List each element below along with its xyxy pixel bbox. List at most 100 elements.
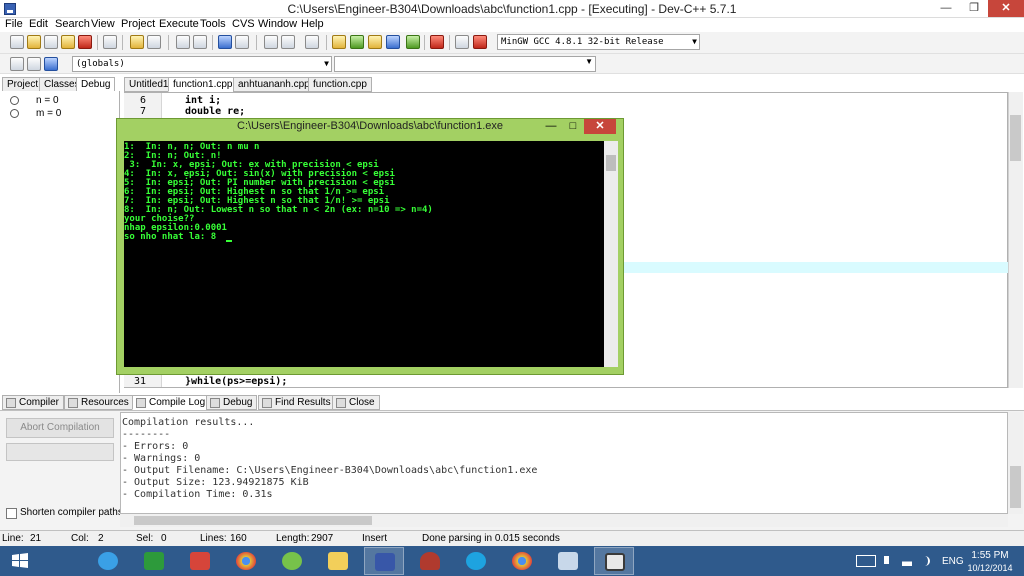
new-file-icon[interactable] — [10, 35, 24, 49]
log-horizontal-thumb[interactable] — [134, 516, 372, 525]
status-length-label: Length: — [276, 533, 310, 544]
tab-anhtuananh-cpp[interactable]: anhtuananh.cpp — [233, 77, 315, 92]
start-button[interactable] — [0, 547, 40, 575]
redo-icon[interactable] — [147, 35, 161, 49]
network-icon[interactable] — [902, 555, 912, 566]
menu-tools[interactable]: Tools — [200, 18, 226, 31]
console-close-button[interactable]: ✕ — [584, 119, 616, 134]
menu-execute[interactable]: Execute — [159, 18, 199, 31]
watch-item[interactable]: m = 0 — [36, 108, 61, 119]
close-file-icon[interactable] — [78, 35, 92, 49]
profile-chart-icon[interactable] — [455, 35, 469, 49]
tab-compiler[interactable]: Compiler — [2, 395, 65, 410]
tab-bottom-debug[interactable]: Debug — [206, 395, 258, 410]
toggle-bookmarks-icon[interactable] — [27, 57, 41, 71]
volume-icon[interactable] — [920, 556, 930, 566]
insert-code-icon[interactable] — [10, 57, 24, 71]
console-minimize-button[interactable]: — — [540, 120, 562, 134]
code-line[interactable]: }while(ps>=epsi); — [185, 376, 287, 387]
flag-icon[interactable] — [884, 556, 892, 564]
console-maximize-button[interactable]: □ — [562, 120, 584, 134]
console-vertical-scrollbar[interactable] — [604, 141, 618, 367]
stop-execution-icon[interactable] — [430, 35, 444, 49]
language-indicator[interactable]: ENG — [942, 556, 964, 567]
menu-cvs[interactable]: CVS — [232, 18, 255, 31]
find-icon[interactable] — [176, 35, 190, 49]
tab-find-results[interactable]: Find Results — [258, 395, 336, 410]
goto-line-icon[interactable] — [218, 35, 232, 49]
abort-compilation-button[interactable]: Abort Compilation — [6, 418, 114, 438]
taskbar-ie[interactable] — [88, 547, 128, 575]
replace-icon[interactable] — [193, 35, 207, 49]
members-select[interactable]: ▼ — [334, 56, 596, 72]
taskbar-store[interactable] — [134, 547, 174, 575]
tab-project[interactable]: Project — [2, 77, 44, 92]
editor-scroll-thumb[interactable] — [1010, 115, 1021, 161]
open-project-icon[interactable] — [27, 35, 41, 49]
tab-untitled1[interactable]: Untitled1 — [124, 77, 174, 92]
save-all-icon[interactable] — [61, 35, 75, 49]
debug-icon[interactable] — [473, 35, 487, 49]
status-line-value: 21 — [30, 533, 42, 544]
menu-bar: File Edit Search View Project Execute To… — [0, 18, 1024, 32]
taskbar-app-red[interactable] — [180, 547, 220, 575]
rebuild-all-icon[interactable] — [386, 35, 400, 49]
code-line[interactable]: int i; — [185, 95, 221, 106]
log-line: - Output Size: 123.94921875 KiB — [122, 477, 309, 488]
tab-compile-log[interactable]: Compile Log — [132, 395, 211, 410]
indent-icon[interactable] — [264, 35, 278, 49]
taskbar-console[interactable] — [594, 547, 634, 575]
maximize-button[interactable]: ❐ — [960, 0, 988, 17]
taskbar-chrome[interactable] — [226, 547, 266, 575]
code-line[interactable]: double re; — [185, 106, 245, 117]
close-button[interactable]: ✕ — [988, 0, 1024, 17]
taskbar-devcpp[interactable] — [364, 547, 404, 575]
scope-select[interactable]: (globals) ▼ — [72, 56, 332, 72]
taskbar-chrome-2[interactable] — [502, 547, 542, 575]
tab-function1-cpp[interactable]: function1.cpp — [168, 77, 238, 92]
menu-window[interactable]: Window — [258, 18, 297, 31]
save-icon[interactable] — [44, 35, 58, 49]
tab-label: Resources — [81, 397, 129, 408]
minimize-button[interactable]: — — [932, 0, 960, 17]
keyboard-icon[interactable] — [856, 555, 876, 567]
watch-item[interactable]: n = 0 — [36, 95, 59, 106]
menu-file[interactable]: File — [5, 18, 23, 31]
taskbar-app-green[interactable] — [272, 547, 312, 575]
menu-help[interactable]: Help — [301, 18, 324, 31]
clock-date[interactable]: 10/12/2014 — [966, 563, 1014, 573]
app-red-icon — [190, 552, 210, 570]
menu-edit[interactable]: Edit — [29, 18, 48, 31]
print-icon[interactable] — [103, 35, 117, 49]
menu-project[interactable]: Project — [121, 18, 155, 31]
taskbar-app-person[interactable] — [410, 547, 450, 575]
syntax-check-icon[interactable] — [406, 35, 420, 49]
internet-explorer-icon — [98, 552, 118, 570]
watch-variable-icon — [10, 96, 19, 105]
log-vertical-thumb[interactable] — [1010, 466, 1021, 508]
goto-bookmark-icon[interactable] — [44, 57, 58, 71]
taskbar-skype[interactable] — [456, 547, 496, 575]
windows-logo-icon — [12, 553, 28, 568]
tab-function-cpp[interactable]: function.cpp — [308, 77, 372, 92]
tab-close[interactable]: Close — [332, 395, 380, 410]
tab-debug[interactable]: Debug — [76, 77, 116, 92]
console-scroll-thumb[interactable] — [606, 155, 616, 171]
taskbar-explorer[interactable] — [318, 547, 358, 575]
clock-time[interactable]: 1:55 PM — [970, 550, 1010, 561]
shorten-paths-checkbox[interactable] — [6, 508, 17, 519]
run-icon[interactable] — [350, 35, 364, 49]
menu-search[interactable]: Search — [55, 18, 90, 31]
toggle-comment-icon[interactable] — [305, 35, 319, 49]
tab-resources[interactable]: Resources — [64, 395, 134, 410]
undo-icon[interactable] — [130, 35, 144, 49]
compiler-select[interactable]: MinGW GCC 4.8.1 32-bit Release ▼ — [497, 34, 700, 50]
compile-icon[interactable] — [332, 35, 346, 49]
tab-label: Compiler — [19, 397, 60, 408]
toolbar-separator — [326, 35, 327, 50]
menu-view[interactable]: View — [91, 18, 115, 31]
taskbar-paint[interactable] — [548, 547, 588, 575]
toggle-bookmark-icon[interactable] — [235, 35, 249, 49]
unindent-icon[interactable] — [281, 35, 295, 49]
compile-run-icon[interactable] — [368, 35, 382, 49]
